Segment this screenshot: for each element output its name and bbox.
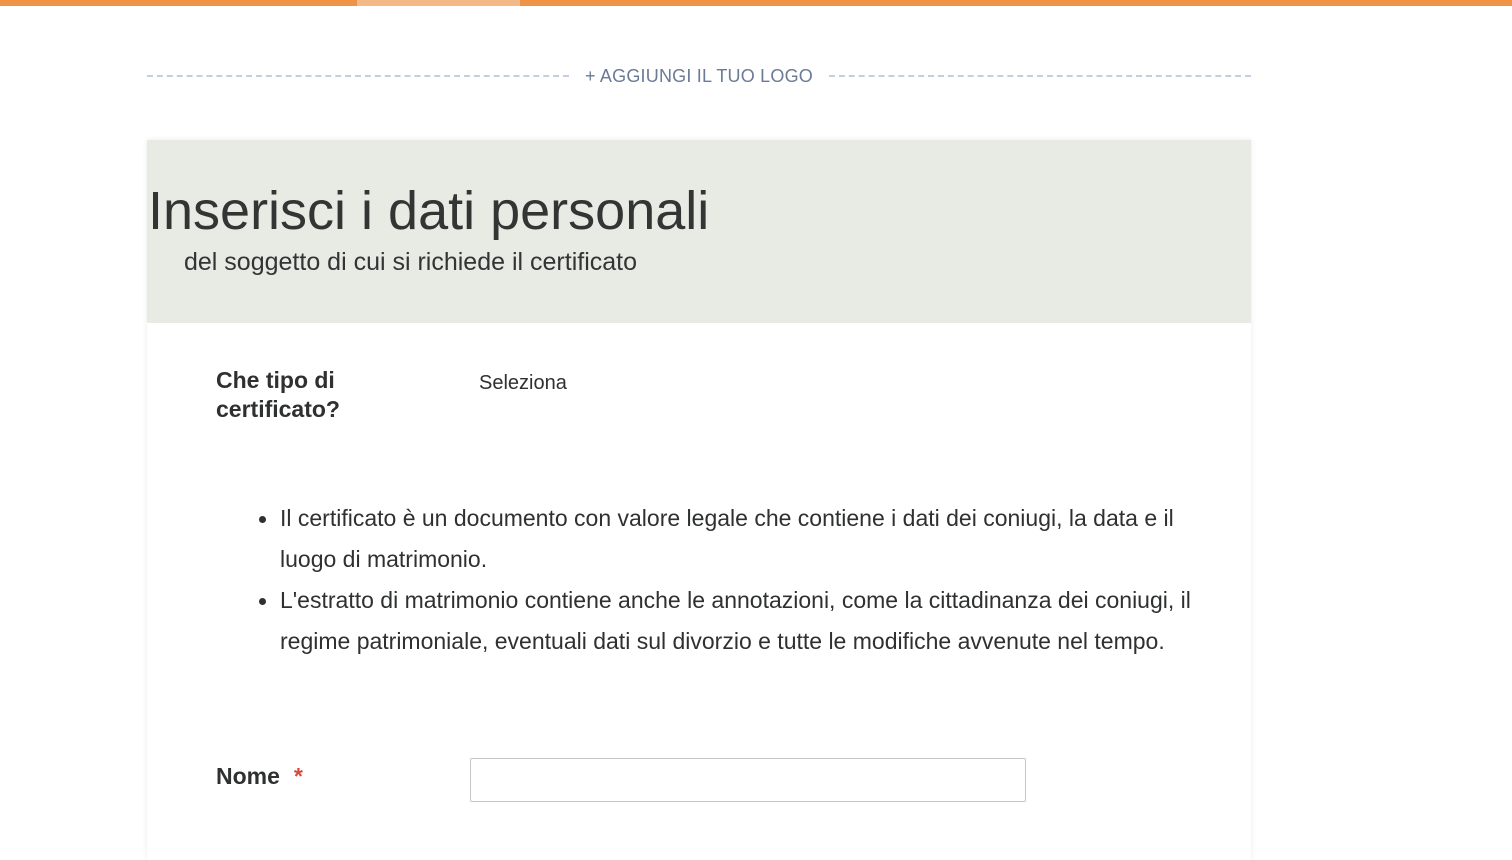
logo-divider-right (828, 75, 1251, 77)
nome-input[interactable] (470, 758, 1026, 802)
info-list-item: Il certificato è un documento con valore… (259, 498, 1200, 580)
info-list-item: L'estratto di matrimonio contiene anche … (259, 580, 1200, 662)
required-marker: * (293, 763, 303, 789)
logo-divider-left (147, 75, 570, 77)
form-header: Inserisci i dati personali del soggetto … (147, 140, 1251, 323)
page-title: Inserisci i dati personali (148, 181, 710, 241)
certificate-type-select[interactable]: Seleziona (479, 372, 567, 395)
nome-label: Nome * (216, 763, 303, 790)
add-logo-link[interactable]: + AGGIUNGI IL TUO LOGO (569, 66, 829, 87)
progress-bar (0, 0, 1512, 6)
form-card: Inserisci i dati personali del soggetto … (147, 140, 1251, 860)
page-subtitle: del soggetto di cui si richiede il certi… (184, 248, 638, 276)
progress-segment (357, 0, 520, 6)
certificate-type-label: Che tipo di certificato? (216, 367, 340, 422)
add-logo-row: + AGGIUNGI IL TUO LOGO (147, 64, 1251, 88)
info-list: Il certificato è un documento con valore… (259, 498, 1200, 662)
nome-label-text: Nome (216, 763, 280, 789)
